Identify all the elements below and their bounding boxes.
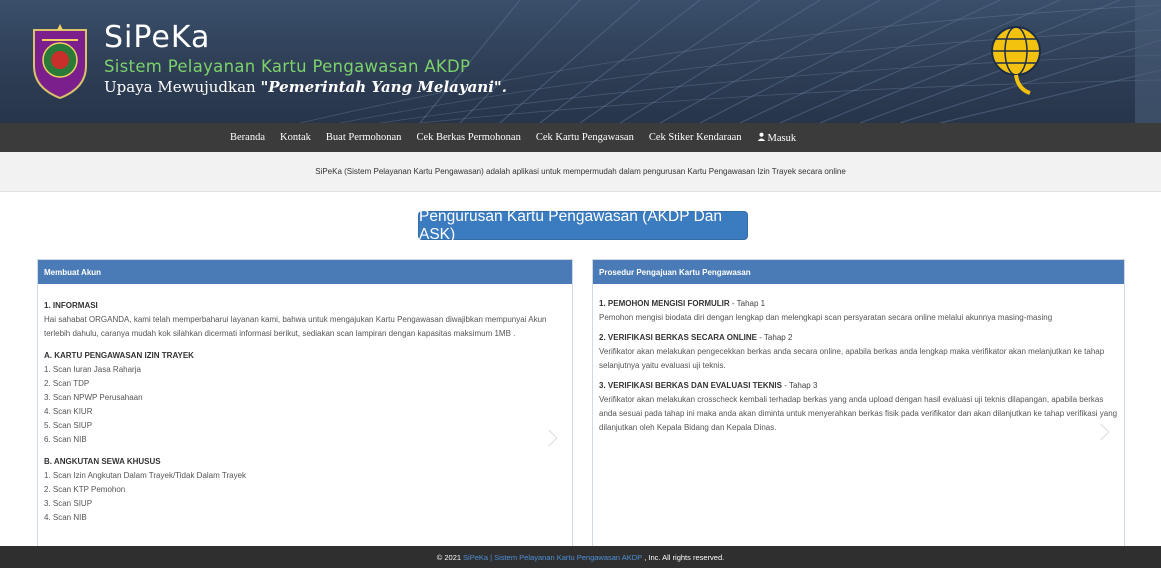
section-a-heading: A. KARTU PENGAWASAN IZIN TRAYEK <box>44 351 194 360</box>
list-item: 6. Scan NIB <box>44 435 87 444</box>
prosedur-panel: Prosedur Pengajuan Kartu Pengawasan 1. P… <box>592 259 1125 559</box>
step-title: 1. PEMOHON MENGISI FORMULIR <box>599 299 730 308</box>
step-item: 2. VERIFIKASI BERKAS SECARA ONLINE - Tah… <box>599 331 1118 373</box>
footer-copyright: © 2021 <box>436 552 462 562</box>
step-item: 1. PEMOHON MENGISI FORMULIR - Tahap 1 Pe… <box>599 297 1118 325</box>
motto-emphasis: "Pemerintah Yang Melayani". <box>260 78 507 96</box>
nav-menu: Beranda Kontak Buat Permohonan Cek Berka… <box>230 123 811 152</box>
panel-title: Membuat Akun <box>38 260 572 284</box>
brand-motto: Upaya Mewujudkan "Pemerintah Yang Melaya… <box>104 78 507 96</box>
nav-buat-permohonan[interactable]: Buat Permohonan <box>326 132 402 143</box>
list-item: 4. Scan KIUR <box>44 407 93 416</box>
nav-cek-kartu-pengawasan[interactable]: Cek Kartu Pengawasan <box>536 132 634 143</box>
membuat-akun-panel: Membuat Akun 1. INFORMASI Hai sahabat OR… <box>37 259 573 559</box>
nav-beranda[interactable]: Beranda <box>230 132 265 143</box>
step-tag: - Tahap 1 <box>729 299 766 308</box>
info-text: Hai sahabat ORGANDA, kami telah memperba… <box>44 315 547 338</box>
footer-site-link[interactable]: SiPeKa | Sistem Pelayanan Kartu Pengawas… <box>463 553 642 562</box>
step-item: 3. VERIFIKASI BERKAS DAN EVALUASI TEKNIS… <box>599 379 1118 435</box>
step-title: 2. VERIFIKASI BERKAS SECARA ONLINE <box>599 333 757 342</box>
footer: © 2021 SiPeKa | Sistem Pelayanan Kartu P… <box>0 546 1161 568</box>
main-navbar: Beranda Kontak Buat Permohonan Cek Berka… <box>0 123 1161 152</box>
list-item: 5. Scan SIUP <box>44 421 93 430</box>
list-item: 2. Scan KTP Pemohon <box>44 485 126 494</box>
list-item: 1. Scan Iuran Jasa Raharja <box>44 365 141 374</box>
section-b-heading: B. ANGKUTAN SEWA KHUSUS <box>44 457 161 466</box>
list-item: 4. Scan NIB <box>44 513 87 522</box>
list-item: 3. Scan NPWP Perusahaan <box>44 393 143 402</box>
step-text: Verifikator akan melakukan crosscheck ke… <box>599 395 1118 432</box>
nav-masuk-label: Masuk <box>767 132 797 144</box>
intro-text: SiPeKa (Sistem Pelayanan Kartu Pengawasa… <box>315 167 846 176</box>
nav-cek-berkas-permohonan[interactable]: Cek Berkas Permohonan <box>416 132 520 143</box>
footer-rights: , Inc. All rights reserved. <box>644 552 725 562</box>
intro-bar: SiPeKa (Sistem Pelayanan Kartu Pengawasa… <box>0 152 1161 192</box>
step-title: 3. VERIFIKASI BERKAS DAN EVALUASI TEKNIS <box>599 381 782 390</box>
list-item: 1. Scan Izin Angkutan Dalam Trayek/Tidak… <box>44 471 247 480</box>
brand-subtitle: Sistem Pelayanan Kartu Pengawasan AKDP <box>104 57 471 76</box>
step-text: Verifikator akan melakukan pengecekkan b… <box>599 347 1105 370</box>
step-tag: - Tahap 2 <box>756 333 793 342</box>
regional-emblem-logo <box>33 24 87 100</box>
step-text: Pemohon mengisi biodata diri dengan leng… <box>599 313 1053 322</box>
list-item: 3. Scan SIUP <box>44 499 93 508</box>
motto-prefix: Upaya Mewujudkan <box>104 78 261 96</box>
pengurusan-kartu-button[interactable]: Pengurusan Kartu Pengawasan (AKDP Dan AS… <box>418 208 748 243</box>
nav-cek-stiker-kendaraan[interactable]: Cek Stiker Kendaraan <box>649 132 742 143</box>
panel-body: 1. PEMOHON MENGISI FORMULIR - Tahap 1 Pe… <box>593 284 1124 435</box>
info-heading: 1. INFORMASI <box>44 301 98 310</box>
nav-masuk[interactable]: Masuk <box>757 132 797 144</box>
list-item: 2. Scan TDP <box>44 379 90 388</box>
brand-title: SiPeKa <box>104 20 211 55</box>
header-banner: SiPeKa Sistem Pelayanan Kartu Pengawasan… <box>0 0 1161 123</box>
panel-title: Prosedur Pengajuan Kartu Pengawasan <box>593 260 1124 284</box>
nav-kontak[interactable]: Kontak <box>280 132 311 143</box>
step-tag: - Tahap 3 <box>781 381 818 390</box>
transport-ministry-logo <box>991 26 1041 95</box>
user-icon <box>757 132 765 141</box>
panel-body: 1. INFORMASI Hai sahabat ORGANDA, kami t… <box>38 284 572 525</box>
